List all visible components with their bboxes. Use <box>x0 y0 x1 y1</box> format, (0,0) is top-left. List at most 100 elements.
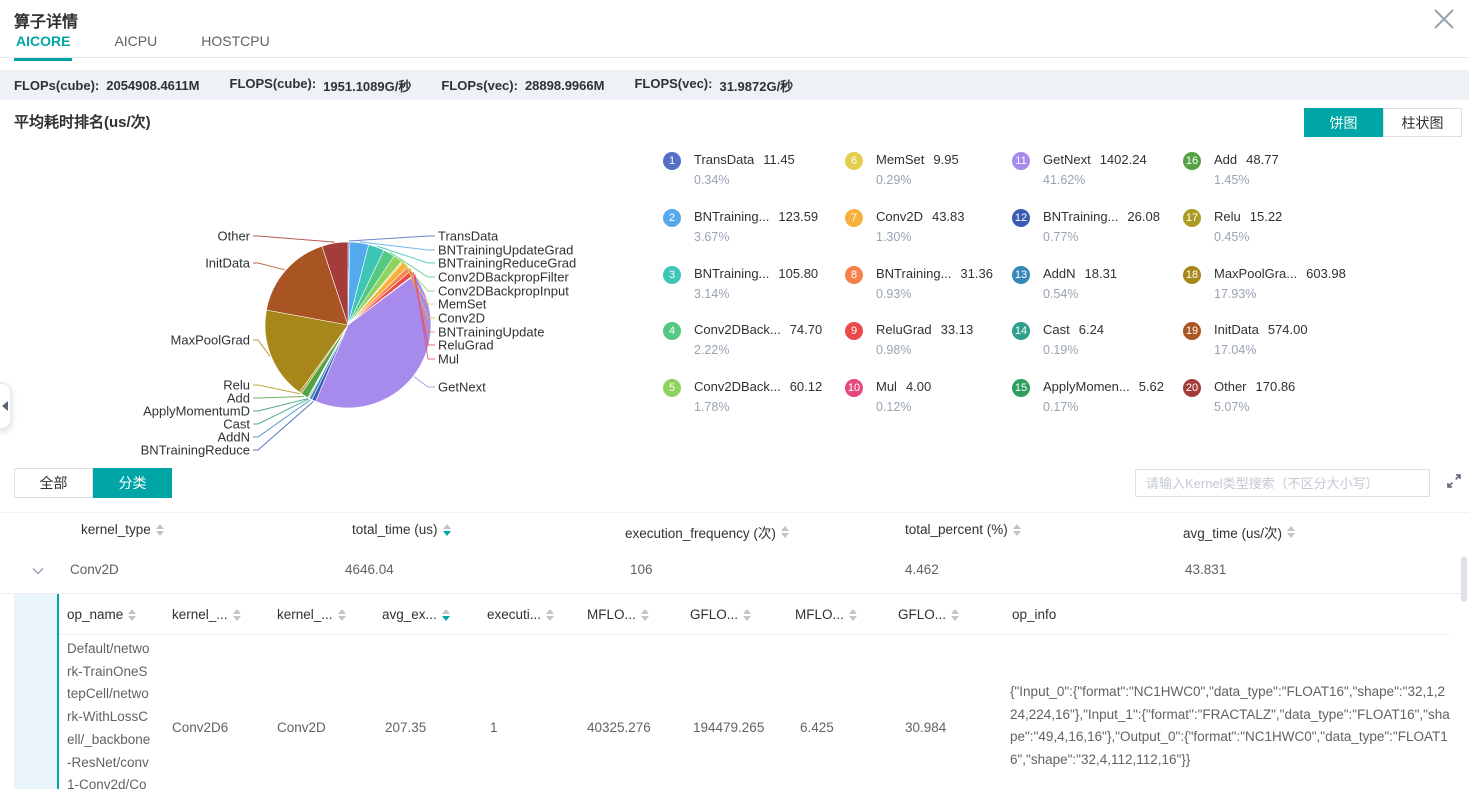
bar-chart-button[interactable]: 柱状图 <box>1383 108 1462 137</box>
col-mflops-1[interactable]: MFLO... <box>587 607 649 622</box>
col-mflops-2[interactable]: MFLO... <box>795 607 857 622</box>
col-gflops-1[interactable]: GFLO... <box>690 607 751 622</box>
close-icon[interactable] <box>1431 6 1457 32</box>
col-op-name[interactable]: op_name <box>67 607 136 622</box>
col-kernel-type2[interactable]: kernel_... <box>277 607 346 622</box>
sort-icon[interactable] <box>128 609 136 621</box>
sort-icon[interactable] <box>1287 526 1295 538</box>
legend-value: 4.00 <box>906 379 931 394</box>
sort-icon[interactable] <box>233 609 241 621</box>
sort-icon[interactable] <box>156 524 164 536</box>
flops-stats-bar: FLOPs(cube):2054908.4611M FLOPS(cube):19… <box>0 70 1469 100</box>
pie-label-ReluGrad: ReluGrad <box>438 338 494 353</box>
legend-rank-badge: 15 <box>1012 379 1030 397</box>
scrollbar-thumb[interactable] <box>1461 556 1467 602</box>
legend-item-MemSet[interactable]: 6MemSet9.950.29% <box>845 151 959 187</box>
legend-item-AddN[interactable]: 13AddN18.310.54% <box>1012 265 1117 301</box>
nested-row-indent-stripe <box>14 594 57 789</box>
legend-label: Cast <box>1043 322 1070 337</box>
col-execution[interactable]: executi... <box>487 607 554 622</box>
col-avg-time[interactable]: avg_time (us/次) <box>1183 522 1295 542</box>
col-kernel-type[interactable]: kernel_type <box>81 522 164 537</box>
sort-icon[interactable] <box>641 609 649 621</box>
legend-item-Cast[interactable]: 14Cast6.240.19% <box>1012 321 1104 357</box>
stat-flops-vec-rate: FLOPS(vec):31.9872G/秒 <box>634 76 793 95</box>
legend-item-Conv2DBackpropInput[interactable]: 5Conv2DBack...60.121.78% <box>663 378 822 414</box>
tab-divider <box>0 57 1469 58</box>
legend-item-TransData[interactable]: 1TransData11.450.34% <box>663 151 795 187</box>
legend-percent: 0.17% <box>1043 400 1164 414</box>
legend-label: BNTraining... <box>876 266 951 281</box>
cell-execution: 1 <box>490 720 498 735</box>
legend-rank-badge: 8 <box>845 266 863 284</box>
cell-total-time: 4646.04 <box>345 562 394 577</box>
legend-item-Conv2D[interactable]: 7Conv2D43.831.30% <box>845 208 965 244</box>
legend-percent: 1.45% <box>1214 173 1279 187</box>
legend-item-Other[interactable]: 20Other170.865.07% <box>1183 378 1295 414</box>
legend-item-GetNext[interactable]: 11GetNext1402.2441.62% <box>1012 151 1147 187</box>
legend-label: AddN <box>1043 266 1076 281</box>
legend-percent: 0.77% <box>1043 230 1160 244</box>
legend-rank-badge: 2 <box>663 209 681 227</box>
col-kernel-name[interactable]: kernel_... <box>172 607 241 622</box>
legend-percent: 0.34% <box>694 173 795 187</box>
filter-category-button[interactable]: 分类 <box>93 468 172 498</box>
fullscreen-icon[interactable] <box>1445 472 1463 490</box>
chevron-down-icon[interactable] <box>32 567 44 575</box>
legend-rank-badge: 20 <box>1183 379 1201 397</box>
sort-icon[interactable] <box>951 609 959 621</box>
legend-item-ReluGrad[interactable]: 9ReluGrad33.130.98% <box>845 321 973 357</box>
sort-icon-active[interactable] <box>443 524 451 536</box>
legend-value: 5.62 <box>1139 379 1164 394</box>
legend-item-BNTrainingReduceGrad[interactable]: 3BNTraining...105.803.14% <box>663 265 818 301</box>
sort-icon[interactable] <box>849 609 857 621</box>
pie-chart: TransDataBNTrainingUpdateGradBNTrainingR… <box>0 140 680 480</box>
legend-item-MaxPoolGrad[interactable]: 18MaxPoolGra...603.9817.93% <box>1183 265 1346 301</box>
legend-item-BNTrainingUpdateGrad[interactable]: 2BNTraining...123.593.67% <box>663 208 818 244</box>
legend-value: 170.86 <box>1256 379 1296 394</box>
sort-icon[interactable] <box>546 609 554 621</box>
pie-leader-line <box>414 377 435 387</box>
legend-label: ApplyMomen... <box>1043 379 1130 394</box>
sort-icon[interactable] <box>743 609 751 621</box>
legend-value: 43.83 <box>932 209 965 224</box>
pie-label-AddN: AddN <box>217 430 250 445</box>
col-execution-frequency[interactable]: execution_frequency (次) <box>625 522 789 542</box>
pie-label-BNTrainingReduceGrad: BNTrainingReduceGrad <box>438 256 576 271</box>
legend-percent: 1.30% <box>876 230 965 244</box>
legend-percent: 3.67% <box>694 230 818 244</box>
legend-rank-badge: 18 <box>1183 266 1201 284</box>
legend-item-Add[interactable]: 16Add48.771.45% <box>1183 151 1279 187</box>
pie-label-Cast: Cast <box>223 417 250 432</box>
legend-item-Mul[interactable]: 10Mul4.000.12% <box>845 378 931 414</box>
legend-value: 6.24 <box>1079 322 1104 337</box>
legend-item-InitData[interactable]: 19InitData574.0017.04% <box>1183 321 1308 357</box>
legend-item-Relu[interactable]: 17Relu15.220.45% <box>1183 208 1282 244</box>
kernel-search-input[interactable] <box>1135 469 1430 497</box>
legend-percent: 17.04% <box>1214 343 1308 357</box>
sort-icon[interactable] <box>781 526 789 538</box>
legend-percent: 0.93% <box>876 287 993 301</box>
legend-label: BNTraining... <box>694 266 769 281</box>
cell-kernel-type: Conv2D <box>70 562 119 577</box>
sort-icon-active[interactable] <box>442 609 450 621</box>
legend-label: Mul <box>876 379 897 394</box>
table-row-conv2d[interactable]: Conv2D 4646.04 106 4.462 43.831 <box>0 547 1469 594</box>
pie-chart-button[interactable]: 饼图 <box>1304 108 1383 137</box>
sort-icon[interactable] <box>1013 524 1021 536</box>
col-total-time[interactable]: total_time (us) <box>352 522 451 537</box>
col-avg-exec[interactable]: avg_ex... <box>382 607 450 622</box>
legend-value: 74.70 <box>790 322 823 337</box>
filter-all-button[interactable]: 全部 <box>14 468 93 498</box>
legend-item-BNTrainingUpdate[interactable]: 8BNTraining...31.360.93% <box>845 265 993 301</box>
legend-item-ApplyMomentumD[interactable]: 15 ApplyMomen... 5.62 0.17% <box>1012 378 1164 414</box>
legend-item-Conv2DBackpropFilter[interactable]: 4Conv2DBack...74.702.22% <box>663 321 822 357</box>
legend-percent: 17.93% <box>1214 287 1346 301</box>
col-gflops-2[interactable]: GFLO... <box>898 607 959 622</box>
legend-item-BNTrainingReduce[interactable]: 12BNTraining...26.080.77% <box>1012 208 1160 244</box>
pie-label-Add: Add <box>227 391 250 406</box>
sidebar-collapse-handle[interactable] <box>0 383 11 429</box>
col-total-percent[interactable]: total_percent (%) <box>905 522 1021 537</box>
legend-label: GetNext <box>1043 152 1091 167</box>
sort-icon[interactable] <box>338 609 346 621</box>
